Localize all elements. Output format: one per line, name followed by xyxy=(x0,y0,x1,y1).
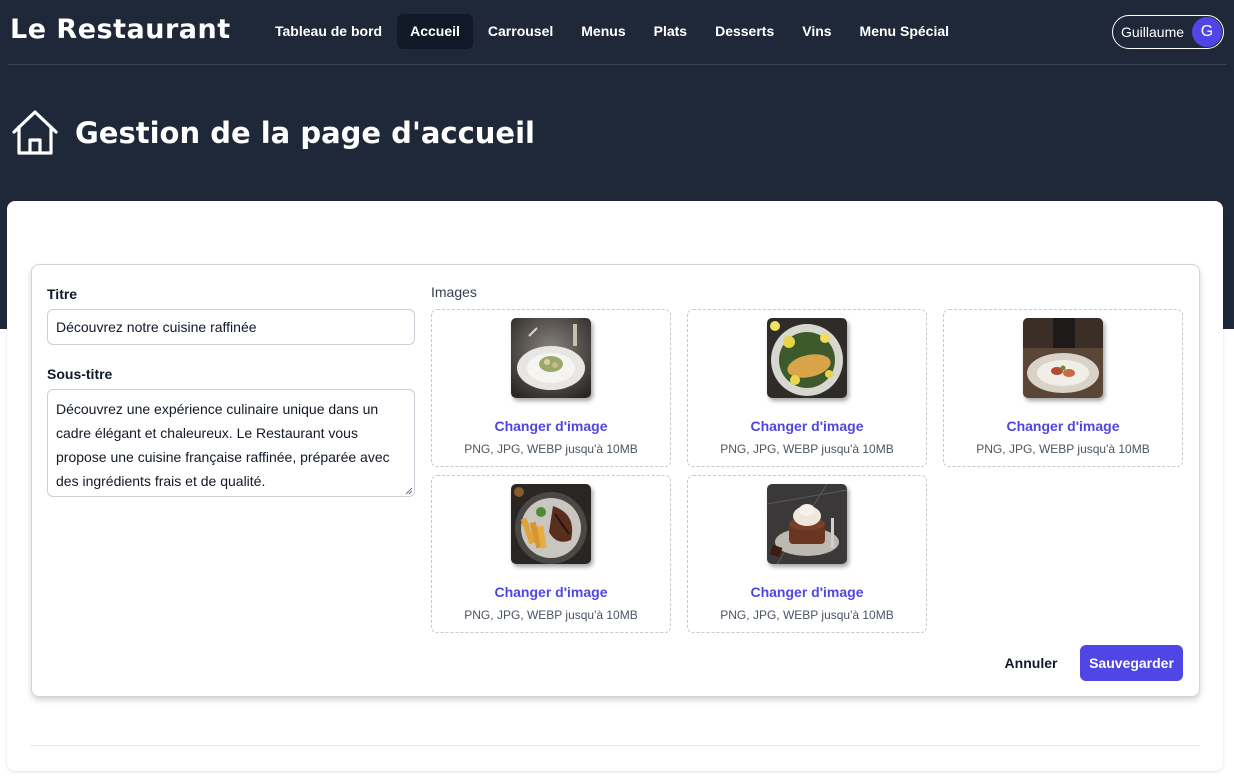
nav-item-accueil[interactable]: Accueil xyxy=(397,14,473,49)
nav-menu: Tableau de bord Accueil Carrousel Menus … xyxy=(262,14,964,49)
file-type-hint: PNG, JPG, WEBP jusqu'à 10MB xyxy=(720,608,894,622)
nav-divider xyxy=(8,64,1226,65)
title-label: Titre xyxy=(47,286,78,302)
nav-item-vins[interactable]: Vins xyxy=(789,14,844,49)
change-image-link[interactable]: Changer d'image xyxy=(432,418,670,434)
top-navbar: Le Restaurant Tableau de bord Accueil Ca… xyxy=(0,0,1234,64)
dish-image xyxy=(511,484,591,564)
change-image-link[interactable]: Changer d'image xyxy=(432,584,670,600)
file-type-hint: PNG, JPG, WEBP jusqu'à 10MB xyxy=(464,608,638,622)
page-header: Gestion de la page d'accueil xyxy=(10,108,535,158)
divider xyxy=(30,745,1200,746)
image-upload-slot[interactable]: Changer d'image PNG, JPG, WEBP jusqu'à 1… xyxy=(943,309,1183,467)
image-upload-slot[interactable]: Changer d'image PNG, JPG, WEBP jusqu'à 1… xyxy=(687,309,927,467)
image-upload-slot[interactable]: Changer d'image PNG, JPG, WEBP jusqu'à 1… xyxy=(431,309,671,467)
change-image-link[interactable]: Changer d'image xyxy=(944,418,1182,434)
user-menu-button[interactable]: Guillaume G xyxy=(1112,15,1224,49)
avatar: G xyxy=(1192,17,1222,47)
save-button[interactable]: Sauvegarder xyxy=(1080,645,1183,681)
change-image-link[interactable]: Changer d'image xyxy=(688,418,926,434)
dish-image xyxy=(767,484,847,564)
title-input[interactable] xyxy=(47,309,415,345)
dish-image xyxy=(511,318,591,398)
file-type-hint: PNG, JPG, WEBP jusqu'à 10MB xyxy=(976,442,1150,456)
page-title: Gestion de la page d'accueil xyxy=(75,116,535,150)
app-logo[interactable]: Le Restaurant xyxy=(10,14,231,45)
resize-handle-icon[interactable] xyxy=(405,487,413,495)
image-upload-slot[interactable]: Changer d'image PNG, JPG, WEBP jusqu'à 1… xyxy=(687,475,927,633)
subtitle-label: Sous-titre xyxy=(47,366,113,382)
change-image-link[interactable]: Changer d'image xyxy=(688,584,926,600)
nav-item-menus[interactable]: Menus xyxy=(568,14,638,49)
dish-image xyxy=(767,318,847,398)
nav-item-desserts[interactable]: Desserts xyxy=(702,14,787,49)
subtitle-textarea[interactable]: Découvrez une expérience culinaire uniqu… xyxy=(47,389,415,497)
home-icon xyxy=(12,110,58,155)
cancel-button[interactable]: Annuler xyxy=(995,645,1067,681)
images-label: Images xyxy=(431,284,477,300)
nav-item-menu-special[interactable]: Menu Spécial xyxy=(847,14,962,49)
file-type-hint: PNG, JPG, WEBP jusqu'à 10MB xyxy=(464,442,638,456)
nav-item-plats[interactable]: Plats xyxy=(641,14,700,49)
image-upload-slot[interactable]: Changer d'image PNG, JPG, WEBP jusqu'à 1… xyxy=(431,475,671,633)
user-name: Guillaume xyxy=(1121,24,1185,40)
nav-item-carrousel[interactable]: Carrousel xyxy=(475,14,566,49)
file-type-hint: PNG, JPG, WEBP jusqu'à 10MB xyxy=(720,442,894,456)
nav-item-tableau-de-bord[interactable]: Tableau de bord xyxy=(262,14,395,49)
dish-image xyxy=(1023,318,1103,398)
